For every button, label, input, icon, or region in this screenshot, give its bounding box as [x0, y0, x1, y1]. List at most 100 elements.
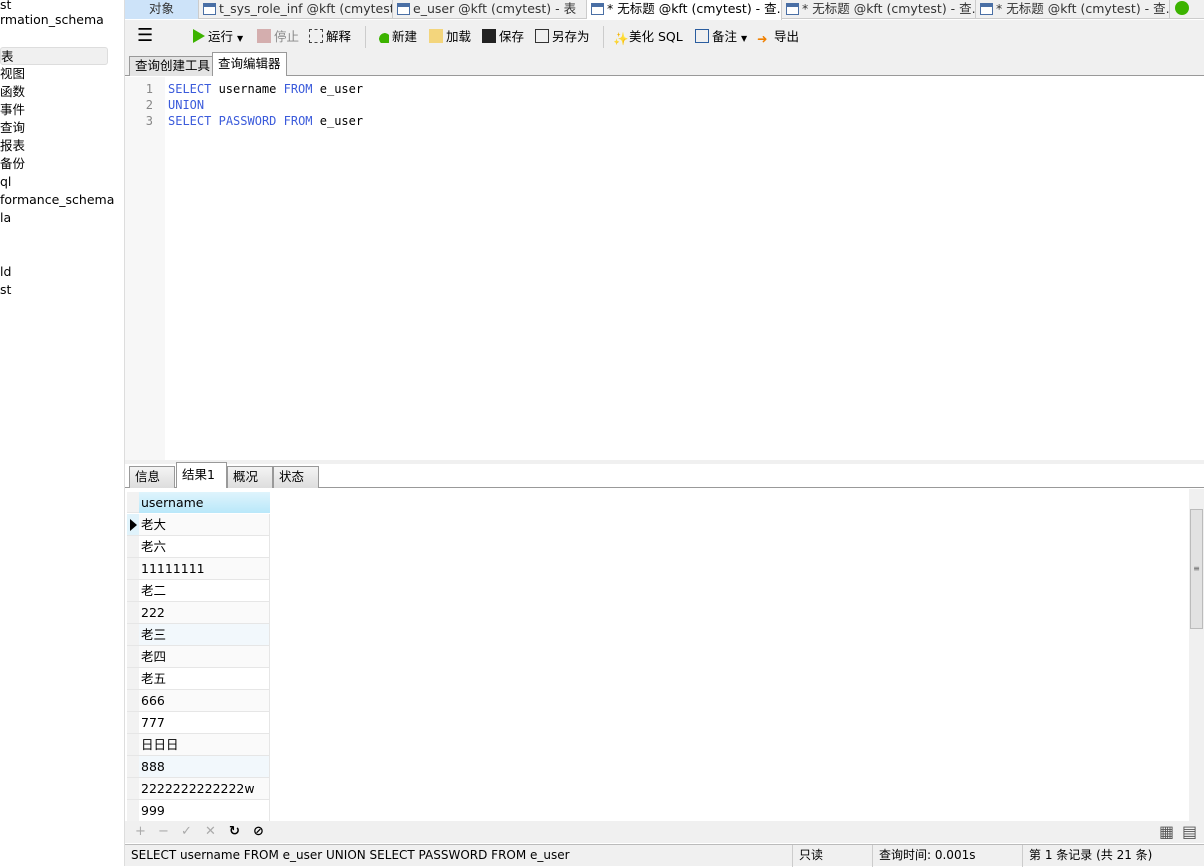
tab-document[interactable]: t_sys_role_inf @kft (cmytest...	[199, 0, 393, 19]
beautify-sql-button[interactable]: ✨美化 SQL	[613, 28, 683, 46]
comment-button[interactable]: 备注 ▼	[695, 28, 747, 46]
delete-record-icon[interactable]: −	[158, 824, 169, 839]
table-row[interactable]: 老六	[139, 536, 270, 558]
sidebar-item[interactable]: ql	[0, 173, 11, 191]
sidebar-item[interactable]: ld	[0, 263, 11, 281]
sidebar-item[interactable]: 报表	[0, 137, 25, 155]
tab-result-2[interactable]: 概况	[227, 466, 273, 488]
sidebar-item[interactable]: la	[0, 209, 11, 227]
refresh-icon[interactable]: ↻	[229, 824, 240, 839]
sidebar-item[interactable]: 备份	[0, 155, 25, 173]
document-tab-bar: 对象 t_sys_role_inf @kft (cmytest... e_user …	[125, 0, 1204, 20]
sidebar-item[interactable]: 视图	[0, 65, 25, 83]
row-indicator[interactable]	[127, 778, 139, 800]
code-line: SELECT PASSWORD FROM e_user	[168, 114, 363, 128]
stop-query-icon[interactable]: ⊘	[253, 824, 264, 839]
new-tab-icon[interactable]	[1175, 1, 1189, 15]
sidebar-item[interactable]: 查询	[0, 119, 25, 137]
column-header-username[interactable]: username	[139, 492, 270, 513]
sql-keyword: FROM	[283, 82, 313, 96]
new-button[interactable]: 新建	[375, 28, 417, 46]
table-row[interactable]: 日日日	[139, 734, 270, 756]
sidebar-item[interactable]: rmation_schema	[0, 11, 104, 29]
row-indicator[interactable]	[127, 646, 139, 668]
sidebar-item[interactable]: 事件	[0, 101, 25, 119]
table-row[interactable]: 222	[139, 602, 270, 624]
table-row[interactable]: 老大	[139, 514, 270, 536]
export-button[interactable]: ➜ 导出	[757, 28, 799, 46]
comment-dropdown-icon[interactable]: ▼	[741, 34, 747, 43]
row-indicator[interactable]	[127, 536, 139, 558]
table-row[interactable]: 老二	[139, 580, 270, 602]
table-row[interactable]: 888	[139, 756, 270, 778]
row-indicator[interactable]	[127, 602, 139, 624]
row-indicator[interactable]	[127, 800, 139, 821]
tab-label: * 无标题 @kft (cmytest) - 查...	[607, 1, 782, 16]
sql-text: e_user	[312, 114, 364, 128]
table-icon	[980, 3, 993, 15]
row-indicator[interactable]	[127, 690, 139, 712]
tab-document[interactable]: 对象	[125, 0, 199, 19]
run-label: 运行	[208, 29, 234, 44]
sidebar-item[interactable]: 表	[0, 47, 108, 65]
row-indicator[interactable]	[127, 580, 139, 602]
table-row[interactable]: 999	[139, 800, 270, 821]
row-indicator[interactable]	[127, 668, 139, 690]
magic-wand-icon: ✨	[613, 31, 629, 46]
table-row[interactable]: 666	[139, 690, 270, 712]
sql-editor[interactable]: 1 2 3 SELECT username FROM e_user UNION SELEC…	[125, 77, 1204, 460]
tab-query-editor[interactable]: 查询编辑器	[212, 52, 287, 76]
line-number: 3	[145, 114, 153, 128]
table-row[interactable]: 老三	[139, 624, 270, 646]
explain-button[interactable]: 解释	[309, 28, 351, 46]
tab-document[interactable]: * 无标题 @kft (cmytest) - 查...	[976, 0, 1170, 19]
tab-document[interactable]: * 无标题 @kft (cmytest) - 查...	[587, 0, 782, 20]
sidebar-item[interactable]: formance_schema	[0, 191, 114, 209]
divider	[365, 26, 366, 48]
object-sidebar: st rmation_schema 表视图 函数 事件 查询 报表 备份 ql formance_…	[0, 0, 125, 866]
run-dropdown-icon[interactable]: ▼	[237, 34, 243, 43]
tab-document[interactable]: e_user @kft (cmytest) - 表	[393, 0, 587, 19]
row-indicator[interactable]	[127, 756, 139, 778]
row-indicator[interactable]	[127, 624, 139, 646]
table-row[interactable]: 老四	[139, 646, 270, 668]
save-as-button[interactable]: 另存为	[535, 28, 590, 46]
explain-label: 解释	[326, 29, 352, 44]
table-row[interactable]: 777	[139, 712, 270, 734]
form-view-icon[interactable]: ▤	[1182, 822, 1197, 841]
run-button[interactable]: 运行 ▼	[193, 28, 243, 46]
discard-icon[interactable]: ✕	[205, 824, 216, 839]
grid-view-icon[interactable]: ▦	[1159, 822, 1174, 841]
new-label: 新建	[392, 29, 418, 44]
load-button[interactable]: 加载	[429, 28, 471, 46]
tab-result-3[interactable]: 状态	[273, 466, 319, 488]
table-row[interactable]: 老五	[139, 668, 270, 690]
explain-icon	[309, 29, 323, 43]
menu-icon[interactable]: ☰	[137, 27, 153, 45]
stop-label: 停止	[274, 29, 300, 44]
row-indicator[interactable]	[127, 712, 139, 734]
export-label: 导出	[774, 29, 800, 44]
tab-result-1[interactable]: 结果1	[176, 462, 227, 488]
stop-button[interactable]: 停止	[257, 28, 299, 46]
tab-query-builder[interactable]: 查询创建工具	[129, 56, 217, 76]
table-row[interactable]: 11111111	[139, 558, 270, 580]
line-number: 2	[145, 98, 153, 112]
tab-result-0[interactable]: 信息	[129, 466, 175, 488]
tab-document[interactable]: * 无标题 @kft (cmytest) - 查...	[782, 0, 976, 19]
row-indicator[interactable]	[127, 734, 139, 756]
add-record-icon[interactable]: +	[135, 824, 146, 839]
table-icon	[591, 3, 604, 15]
row-indicator[interactable]	[127, 514, 139, 536]
scrollbar-thumb[interactable]: ≡	[1190, 509, 1203, 629]
query-toolbar: ☰ 运行 ▼ 停止 解释 新建 加载 保存 另存为 ✨美化 SQL 备注 ▼ ➜…	[125, 20, 1204, 52]
sidebar-item[interactable]: st	[0, 281, 11, 299]
status-sql: SELECT username FROM e_user UNION SELECT…	[131, 848, 570, 862]
row-indicator[interactable]	[127, 558, 139, 580]
sql-keyword: PASSWORD	[218, 114, 277, 128]
table-row[interactable]: 2222222222222w	[139, 778, 270, 800]
sidebar-item[interactable]: 函数	[0, 83, 25, 101]
save-button[interactable]: 保存	[482, 28, 524, 46]
apply-icon[interactable]: ✓	[181, 824, 192, 839]
vertical-scrollbar[interactable]: ≡	[1189, 489, 1204, 821]
